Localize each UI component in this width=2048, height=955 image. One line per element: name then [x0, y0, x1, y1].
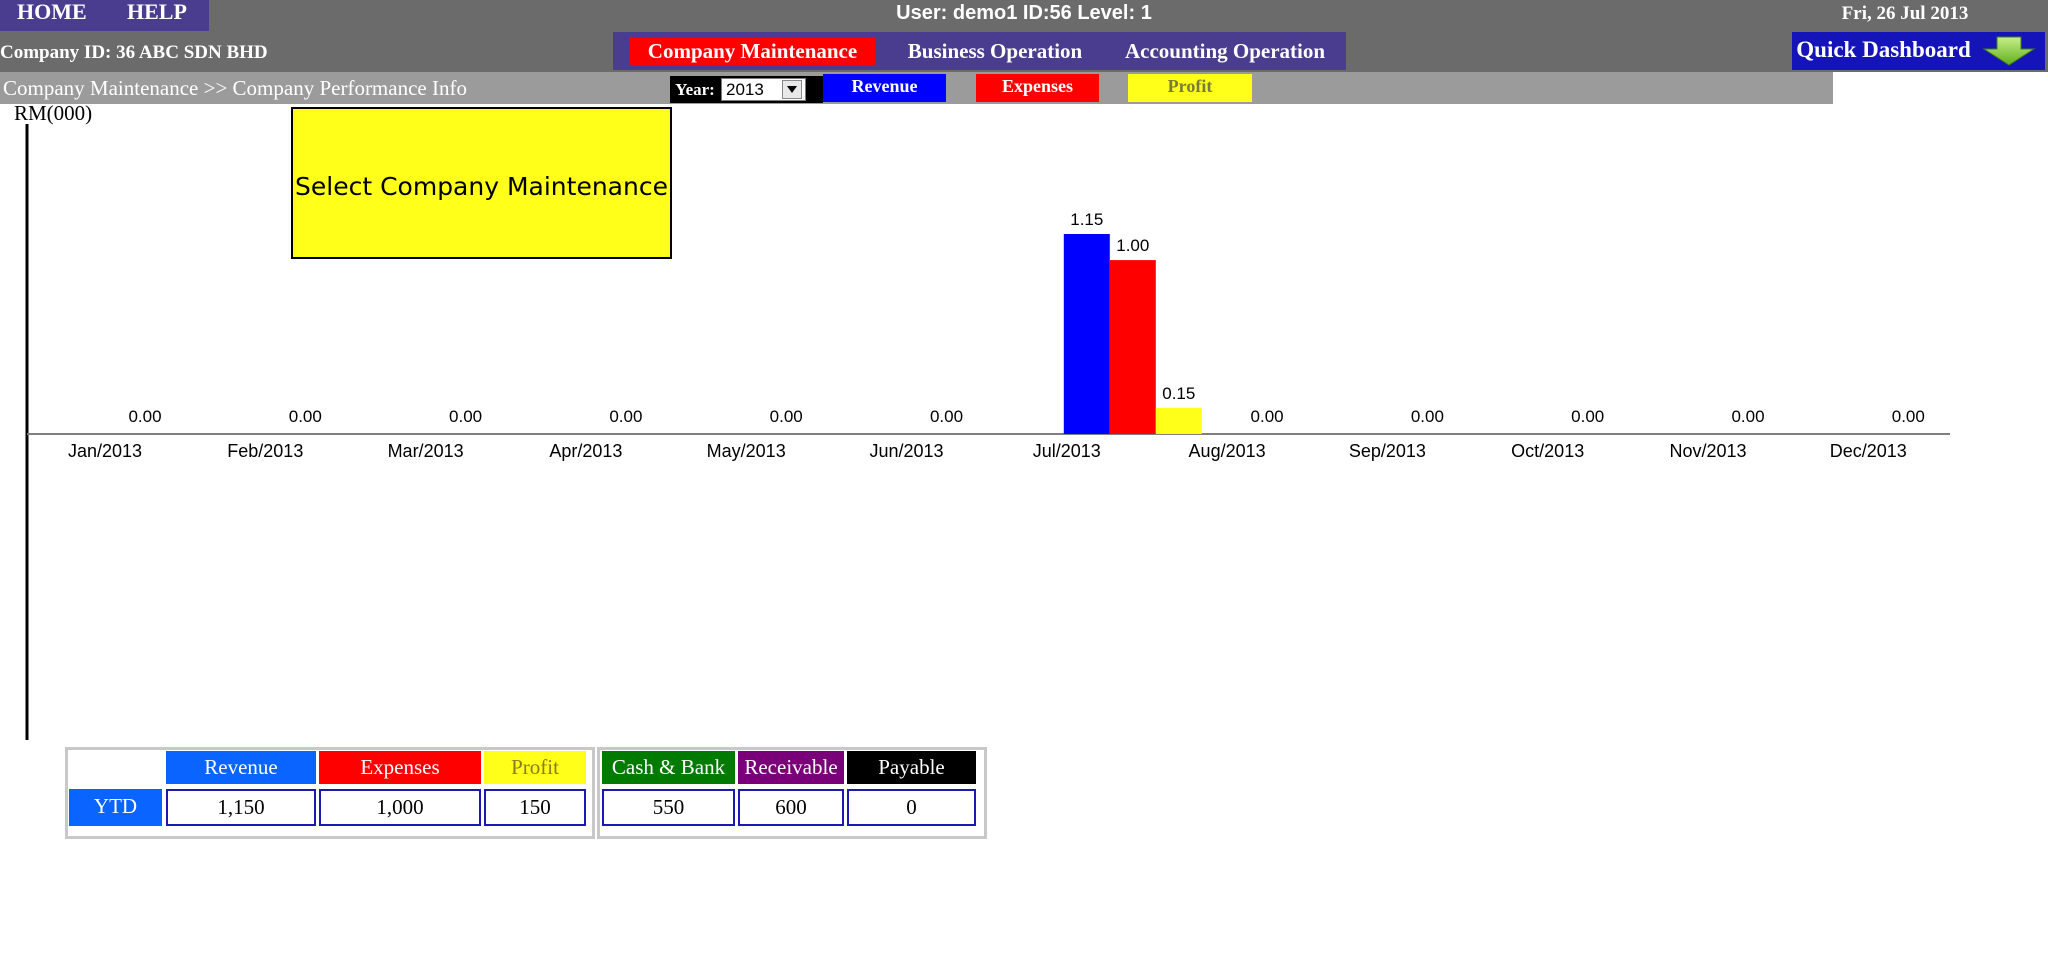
data-label-mar-2013: 0.00 — [449, 407, 482, 426]
data-label-dec-2013: 0.00 — [1892, 407, 1925, 426]
data-label-nov-2013: 0.00 — [1731, 407, 1764, 426]
x-tick-jul-2013: Jul/2013 — [1033, 441, 1101, 461]
value-profit: 150 — [484, 789, 586, 826]
header-expenses: Expenses — [319, 751, 481, 784]
legend-profit: Profit — [1128, 74, 1252, 102]
bar-revenue-jul-2013 — [1063, 234, 1110, 434]
nav-business-operation[interactable]: Business Operation — [875, 37, 1115, 65]
down-arrow-icon — [1982, 36, 2036, 66]
x-tick-dec-2013: Dec/2013 — [1830, 441, 1907, 461]
year-select[interactable]: 2013 — [721, 78, 806, 101]
x-tick-aug-2013: Aug/2013 — [1189, 441, 1266, 461]
value-receivable: 600 — [738, 789, 844, 826]
header-profit: Profit — [484, 751, 586, 784]
dropdown-button[interactable] — [782, 80, 802, 99]
data-label-profit-jul-2013: 0.15 — [1162, 384, 1195, 403]
data-label-jan-2013: 0.00 — [128, 407, 161, 426]
bar-expenses-jul-2013 — [1109, 260, 1156, 434]
summary-table-balances: Cash & Bank Receivable Payable 550 600 0 — [597, 747, 987, 839]
year-select-value: 2013 — [726, 80, 764, 99]
value-revenue: 1,150 — [166, 789, 316, 826]
bar-profit-jul-2013 — [1155, 407, 1202, 434]
year-label: Year: — [675, 80, 715, 99]
data-label-feb-2013: 0.00 — [289, 407, 322, 426]
x-tick-jun-2013: Jun/2013 — [869, 441, 943, 461]
year-filter: Year: 2013 — [670, 76, 823, 103]
x-tick-mar-2013: Mar/2013 — [388, 441, 464, 461]
chevron-down-icon — [787, 86, 797, 93]
header-revenue: Revenue — [166, 751, 316, 784]
header-cash-bank: Cash & Bank — [602, 751, 735, 784]
x-tick-may-2013: May/2013 — [707, 441, 786, 461]
header-payable: Payable — [847, 751, 976, 784]
x-tick-apr-2013: Apr/2013 — [549, 441, 622, 461]
callout-text: Select Company Maintenance — [295, 172, 668, 201]
main-nav: Company Maintenance Business Operation A… — [613, 32, 1346, 70]
value-payable: 0 — [847, 789, 976, 826]
data-label-apr-2013: 0.00 — [609, 407, 642, 426]
x-tick-nov-2013: Nov/2013 — [1669, 441, 1746, 461]
value-cash-bank: 550 — [602, 789, 735, 826]
bars-group — [1063, 234, 1202, 434]
quick-dashboard-label: Quick Dashboard — [1796, 37, 1971, 62]
x-tick-jan-2013: Jan/2013 — [68, 441, 142, 461]
data-label-jun-2013: 0.00 — [930, 407, 963, 426]
summary-table-income: Revenue Expenses Profit YTD 1,150 1,000 … — [65, 747, 595, 839]
row-label-ytd: YTD — [69, 789, 162, 826]
legend-revenue: Revenue — [823, 74, 946, 102]
current-date: Fri, 26 Jul 2013 — [1841, 3, 1969, 24]
data-label-may-2013: 0.00 — [770, 407, 803, 426]
nav-company-maintenance[interactable]: Company Maintenance — [630, 37, 875, 65]
quick-dashboard-button[interactable]: Quick Dashboard — [1792, 32, 2045, 70]
company-id: Company ID: 36 ABC SDN BHD — [0, 42, 268, 63]
legend-expenses: Expenses — [976, 74, 1099, 102]
x-tick-oct-2013: Oct/2013 — [1511, 441, 1584, 461]
x-tick-sep-2013: Sep/2013 — [1349, 441, 1426, 461]
data-label-revenue-jul-2013: 1.15 — [1070, 210, 1103, 229]
data-label-sep-2013: 0.00 — [1411, 407, 1444, 426]
data-label-oct-2013: 0.00 — [1571, 407, 1604, 426]
header-receivable: Receivable — [738, 751, 844, 784]
breadcrumb: Company Maintenance >> Company Performan… — [3, 76, 467, 100]
select-company-maintenance-callout[interactable]: Select Company Maintenance — [291, 107, 672, 259]
user-info: User: demo1 ID:56 Level: 1 — [896, 2, 1152, 24]
data-label-expenses-jul-2013: 1.00 — [1116, 236, 1149, 255]
data-label-aug-2013: 0.00 — [1251, 407, 1284, 426]
x-tick-feb-2013: Feb/2013 — [227, 441, 303, 461]
value-expenses: 1,000 — [319, 789, 481, 826]
nav-accounting-operation[interactable]: Accounting Operation — [1115, 37, 1335, 65]
